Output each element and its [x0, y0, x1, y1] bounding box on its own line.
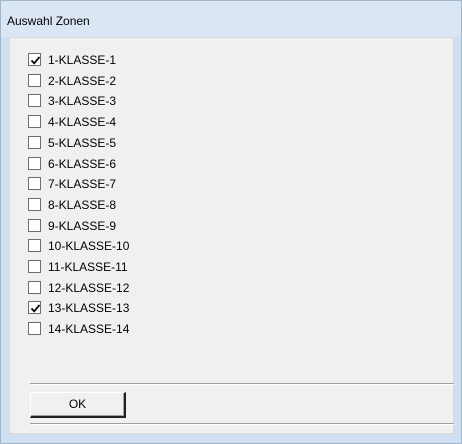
zone-row[interactable]: 14-KLASSE-14	[10, 319, 310, 339]
zone-row[interactable]: 3-KLASSE-3	[10, 91, 310, 111]
zone-checkbox[interactable]	[28, 260, 41, 273]
zone-checkbox-label: 13-KLASSE-13	[48, 301, 130, 316]
zone-row[interactable]: 5-KLASSE-5	[10, 133, 310, 153]
zone-checkbox-label: 9-KLASSE-9	[48, 218, 117, 233]
zone-row[interactable]: 8-KLASSE-8	[10, 195, 310, 215]
zone-checkbox-label: 12-KLASSE-12	[48, 280, 130, 295]
zone-row[interactable]: 12-KLASSE-12	[10, 278, 310, 298]
checkmark-icon	[30, 304, 41, 314]
separator-top	[30, 383, 454, 385]
zone-checkbox[interactable]	[28, 135, 41, 149]
zone-checkbox[interactable]	[28, 301, 41, 315]
zone-row[interactable]: 9-KLASSE-9	[10, 216, 310, 236]
zone-checkbox-label: 7-KLASSE-7	[48, 177, 117, 192]
zone-checkbox[interactable]	[28, 115, 41, 129]
title-bar[interactable]: Auswahl Zonen	[1, 1, 461, 37]
window-title: Auswahl Zonen	[7, 14, 90, 28]
zone-checkbox[interactable]	[28, 53, 41, 66]
zone-checkbox[interactable]	[28, 94, 41, 108]
zone-checkbox-label: 4-KLASSE-4	[48, 115, 117, 130]
zone-row[interactable]: 4-KLASSE-4	[10, 112, 310, 132]
zone-row[interactable]: 13-KLASSE-13	[10, 298, 310, 318]
zone-checkbox-label: 8-KLASSE-8	[48, 197, 117, 212]
zone-checkbox[interactable]	[28, 73, 41, 87]
zone-checkbox-label: 10-KLASSE-10	[48, 239, 130, 254]
ok-button[interactable]: OK	[30, 392, 126, 418]
zone-row[interactable]: 2-KLASSE-2	[10, 71, 310, 91]
zone-checkbox[interactable]	[28, 322, 41, 336]
zone-checkbox-label: 14-KLASSE-14	[48, 322, 130, 337]
zone-row[interactable]: 7-KLASSE-7	[10, 174, 310, 194]
zone-checkbox-label: 1-KLASSE-1	[48, 53, 117, 67]
zone-row[interactable]: 11-KLASSE-11	[10, 257, 310, 277]
zone-checkbox[interactable]	[28, 197, 41, 211]
zone-checkbox-label: 3-KLASSE-3	[48, 94, 117, 109]
separator-bottom	[30, 423, 454, 425]
zone-checkbox-label: 6-KLASSE-6	[48, 156, 117, 171]
zone-checkbox[interactable]	[28, 239, 41, 253]
zone-checkbox-label: 2-KLASSE-2	[48, 73, 117, 88]
zone-checkbox-label: 5-KLASSE-5	[48, 135, 117, 150]
zone-checkbox[interactable]	[28, 177, 41, 191]
zone-row[interactable]: 1-KLASSE-1	[10, 50, 310, 70]
dialog-window: Auswahl Zonen 1-KLASSE-1 2-KLASSE-2 3-KLAS…	[0, 0, 462, 444]
zone-row[interactable]: 10-KLASSE-10	[10, 236, 310, 256]
zone-checkbox[interactable]	[28, 218, 41, 232]
zone-checkbox[interactable]	[28, 280, 41, 294]
dialog-client-area: 1-KLASSE-1 2-KLASSE-2 3-KLASSE-3 4-KLASSE-4…	[9, 37, 454, 434]
checkmark-icon	[30, 56, 41, 65]
zone-checkbox-label: 11-KLASSE-11	[48, 260, 128, 274]
zone-row[interactable]: 6-KLASSE-6	[10, 154, 310, 174]
zone-checkbox[interactable]	[28, 156, 41, 170]
